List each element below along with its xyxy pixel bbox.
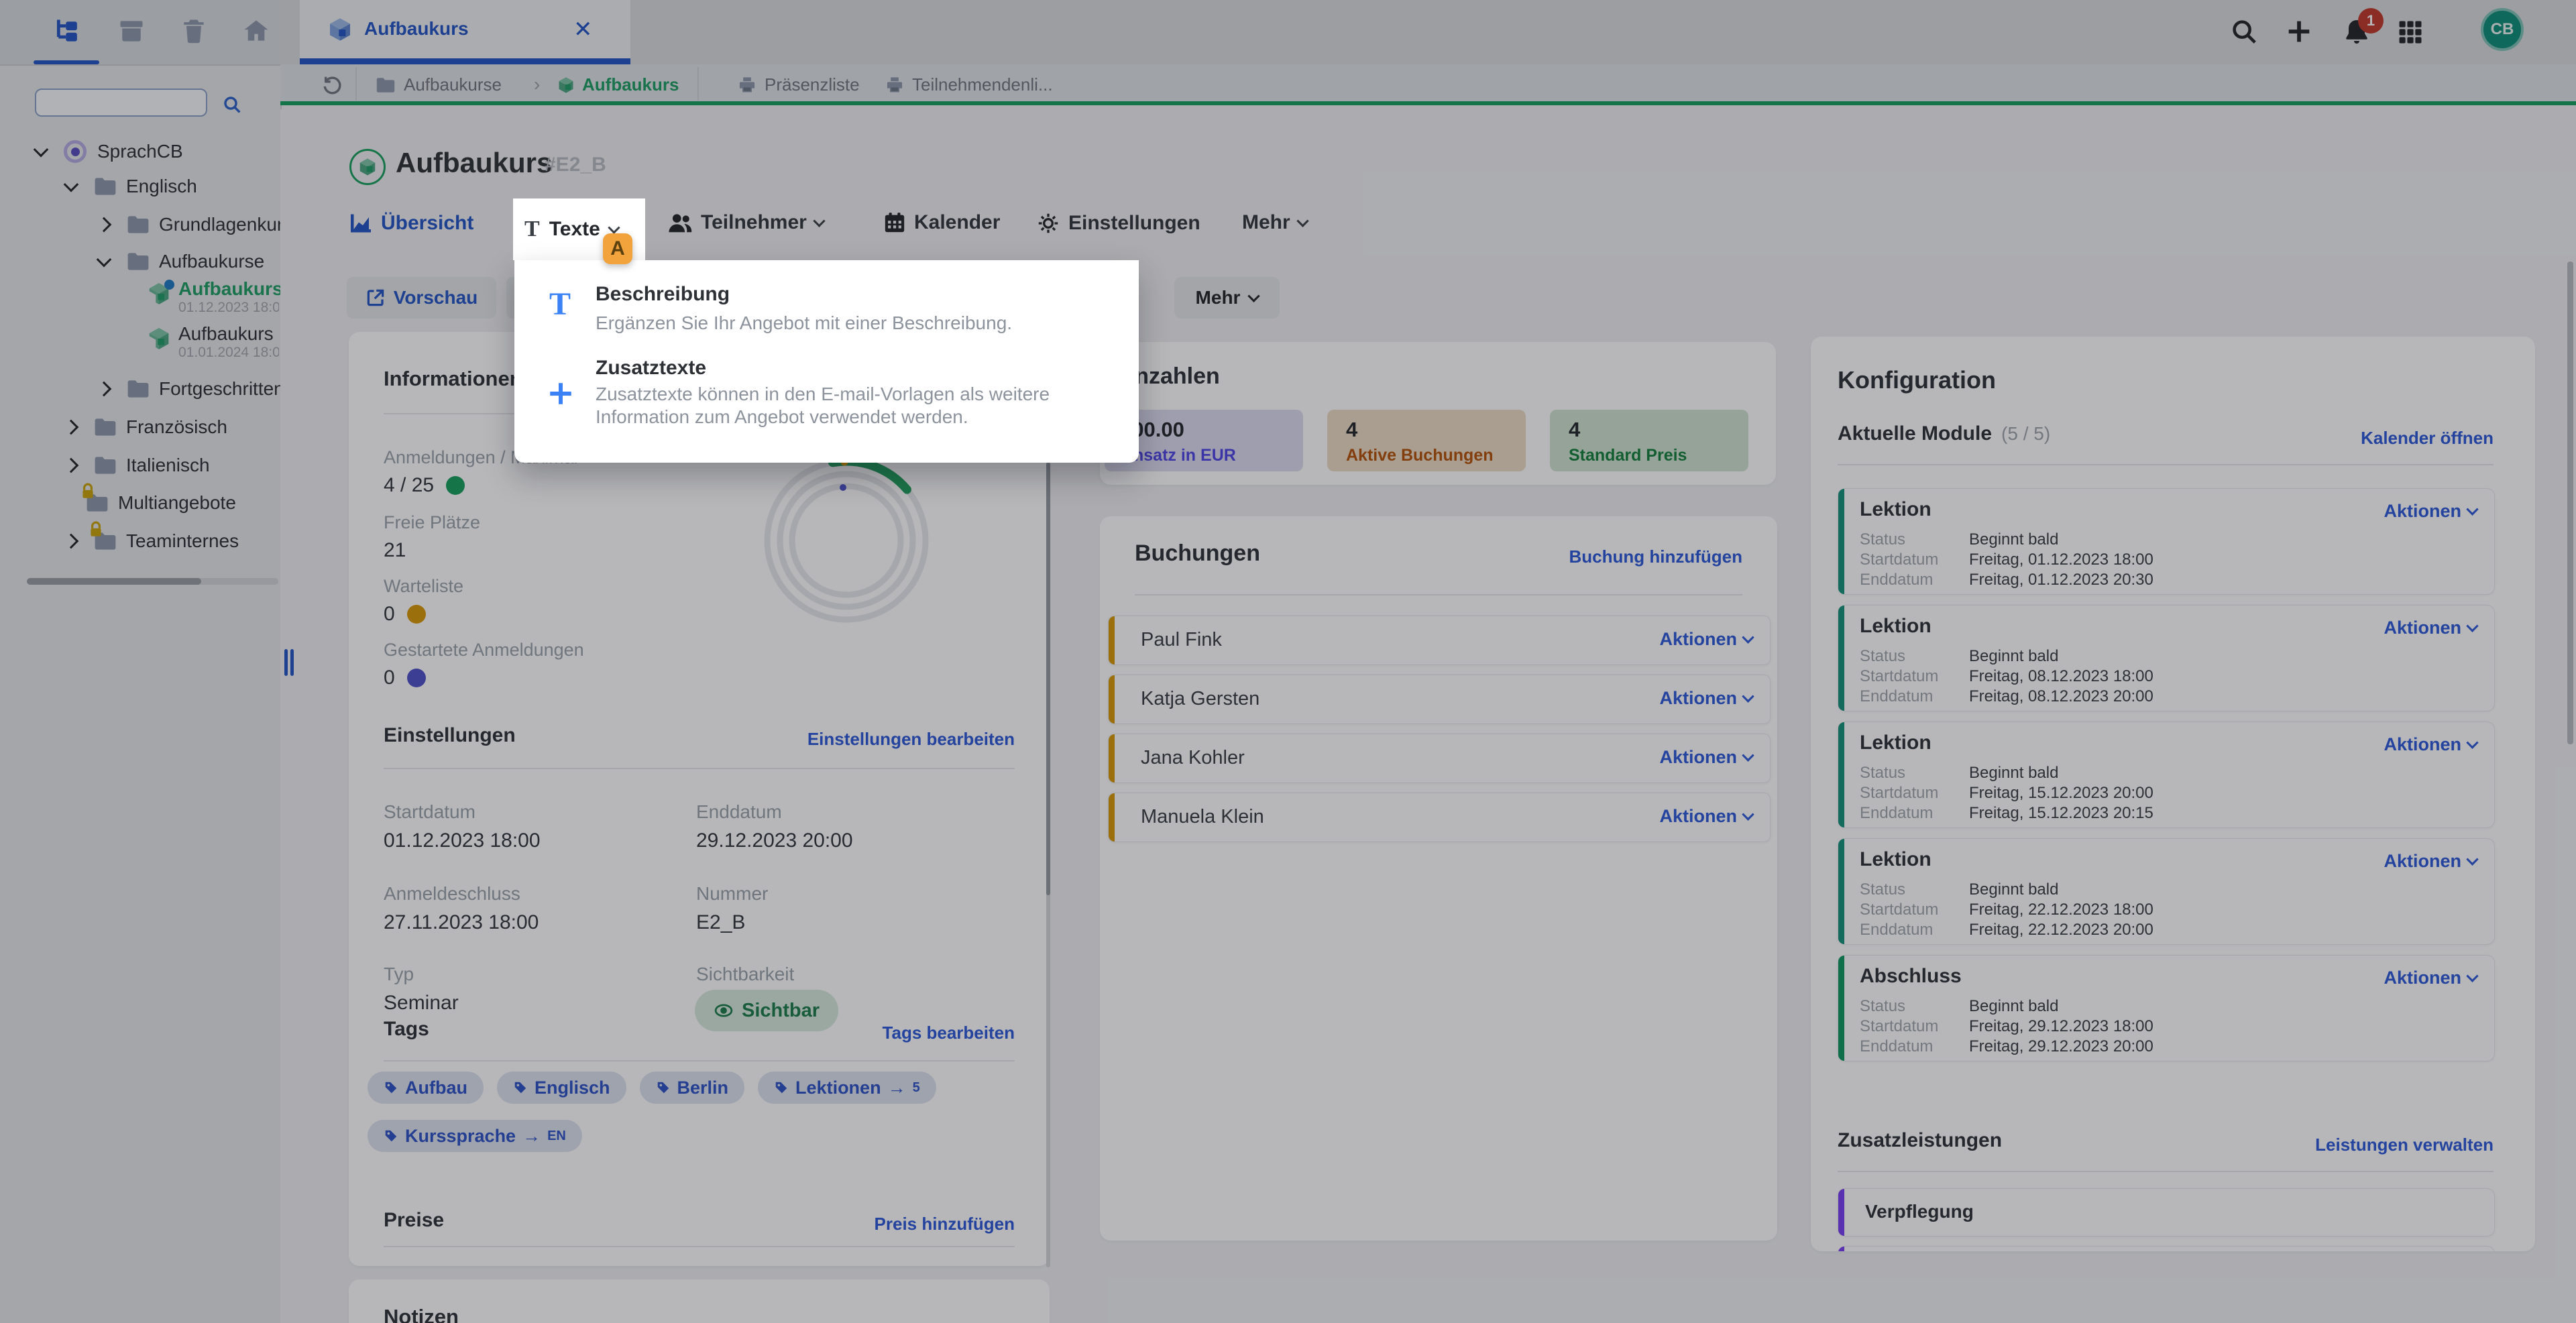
menu-item-zusatztexte[interactable]: Zusatztexte Zusatztexte können in den E-… — [514, 346, 1139, 453]
menu-item-title: Zusatztexte — [596, 357, 707, 379]
app-window: SprachCB Englisch Grundlagenkurse Aufbau… — [0, 0, 2576, 1323]
texte-dropdown-menu: T Beschreibung Ergänzen Sie Ihr Angebot … — [514, 260, 1139, 463]
menu-item-desc: Ergänzen Sie Ihr Angebot mit einer Besch… — [596, 312, 1013, 333]
plus-icon — [550, 383, 571, 404]
modal-dim-overlay[interactable] — [0, 0, 2576, 1323]
text-icon: T — [524, 217, 540, 241]
annotation-badge: A — [603, 233, 632, 264]
menu-item-title: Beschreibung — [596, 283, 730, 305]
chevron-down-icon — [608, 221, 620, 234]
texte-label: Texte — [549, 218, 600, 240]
menu-item-desc: Information zum Angebot verwendet werden… — [596, 406, 968, 427]
menu-item-desc: Zusatztexte können in den E-mail-Vorlage… — [596, 384, 1050, 404]
text-icon: T — [549, 286, 571, 322]
